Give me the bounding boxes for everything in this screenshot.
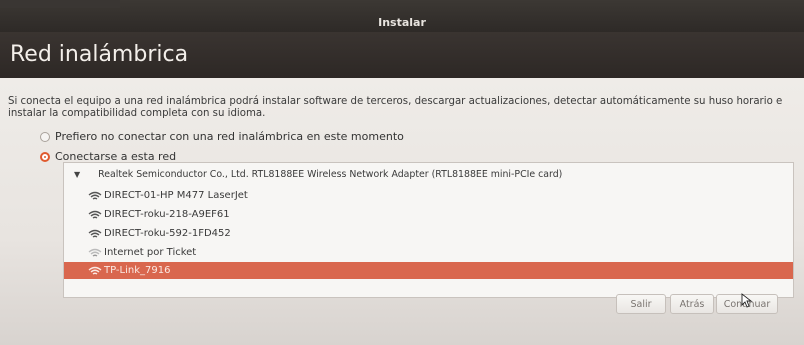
network-item[interactable]: Internet por Ticket bbox=[64, 244, 793, 261]
description-text: Si conecta el equipo a una red inalámbri… bbox=[8, 96, 783, 119]
expander-arrow-icon[interactable]: ▼ bbox=[74, 170, 80, 179]
wifi-icon bbox=[88, 229, 102, 239]
no-connect-label: Prefiero no conectar con una red inalámb… bbox=[55, 130, 404, 143]
no-connect-radio[interactable] bbox=[40, 131, 50, 142]
page-title: Red inalámbrica bbox=[10, 42, 189, 67]
back-button[interactable]: Atrás bbox=[670, 294, 714, 314]
network-name: DIRECT-roku-218-A9EF61 bbox=[104, 209, 230, 220]
wifi-icon bbox=[88, 210, 102, 220]
network-item[interactable]: DIRECT-roku-218-A9EF61 bbox=[64, 206, 793, 223]
network-name: Internet por Ticket bbox=[104, 247, 197, 258]
network-item-selected[interactable]: TP-Link_7916 bbox=[64, 262, 793, 279]
network-item[interactable]: DIRECT-roku-592-1FD452 bbox=[64, 225, 793, 242]
connect-radio[interactable] bbox=[40, 151, 50, 162]
network-name: TP-Link_7916 bbox=[104, 265, 171, 276]
quit-button[interactable]: Salir bbox=[616, 294, 666, 314]
titlebar-left-decoration bbox=[0, 0, 120, 8]
network-name: DIRECT-roku-592-1FD452 bbox=[104, 228, 231, 239]
mouse-cursor-icon bbox=[741, 293, 753, 308]
network-name: DIRECT-01-HP M477 LaserJet bbox=[104, 190, 248, 201]
adapter-row[interactable]: ▼ Realtek Semiconductor Co., Ltd. RTL818… bbox=[64, 166, 793, 183]
network-item[interactable]: DIRECT-01-HP M477 LaserJet bbox=[64, 187, 793, 204]
network-list[interactable]: ▼ Realtek Semiconductor Co., Ltd. RTL818… bbox=[63, 162, 794, 298]
adapter-label: Realtek Semiconductor Co., Ltd. RTL8188E… bbox=[98, 169, 563, 180]
wifi-icon bbox=[88, 266, 102, 276]
window-title: Instalar bbox=[378, 16, 426, 29]
page-header: Red inalámbrica bbox=[0, 32, 804, 78]
main-content: Si conecta el equipo a una red inalámbri… bbox=[0, 78, 804, 345]
window-titlebar: Instalar bbox=[0, 0, 804, 32]
no-connect-option[interactable]: Prefiero no conectar con una red inalámb… bbox=[40, 130, 404, 143]
wifi-icon bbox=[88, 191, 102, 201]
wifi-weak-icon bbox=[88, 248, 102, 258]
